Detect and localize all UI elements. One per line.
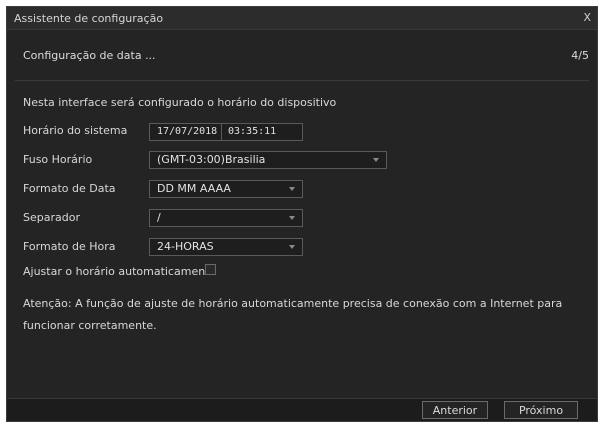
- attention-note: Atenção: A função de ajuste de horário a…: [23, 297, 563, 332]
- previous-button[interactable]: Anterior: [422, 401, 488, 419]
- step-counter: 4/5: [571, 49, 589, 62]
- date-format-label: Formato de Data: [23, 182, 116, 195]
- separator-label: Separador: [23, 211, 80, 224]
- date-format-value: DD MM AAAA: [157, 182, 231, 195]
- time-format-select[interactable]: 24-HORAS: [149, 238, 303, 256]
- system-time-field[interactable]: 17/07/2018 03:35:11: [149, 123, 303, 141]
- date-format-select[interactable]: DD MM AAAA: [149, 180, 303, 198]
- close-button[interactable]: X: [583, 11, 591, 24]
- chevron-down-icon: [289, 187, 295, 191]
- separator-select[interactable]: /: [149, 209, 303, 227]
- time-format-value: 24-HORAS: [157, 240, 214, 253]
- system-time-input[interactable]: 03:35:11: [228, 124, 276, 140]
- page-description: Nesta interface será configurado o horár…: [23, 96, 337, 109]
- chevron-down-icon: [289, 245, 295, 249]
- setup-wizard-window: Assistente de configuração X Configuraçã…: [6, 6, 598, 422]
- separator-value: /: [157, 211, 161, 224]
- title-bar: Assistente de configuração X: [7, 7, 597, 30]
- datetime-separator: [221, 124, 222, 140]
- chevron-down-icon: [289, 216, 295, 220]
- next-button[interactable]: Próximo: [504, 401, 578, 419]
- step-title: Configuração de data ...: [23, 49, 156, 62]
- wizard-footer: Anterior Próximo: [7, 398, 597, 421]
- time-format-label: Formato de Hora: [23, 240, 116, 253]
- divider: [15, 80, 589, 81]
- system-date-input[interactable]: 17/07/2018: [157, 124, 217, 140]
- timezone-select[interactable]: (GMT-03:00)Brasilia: [149, 151, 387, 169]
- timezone-label: Fuso Horário: [23, 153, 93, 166]
- system-time-label: Horário do sistema: [23, 124, 128, 137]
- auto-adjust-label: Ajustar o horário automaticamente: [23, 265, 217, 278]
- window-title: Assistente de configuração: [14, 12, 164, 25]
- chevron-down-icon: [373, 158, 379, 162]
- auto-adjust-checkbox[interactable]: [205, 264, 216, 275]
- timezone-value: (GMT-03:00)Brasilia: [157, 153, 266, 166]
